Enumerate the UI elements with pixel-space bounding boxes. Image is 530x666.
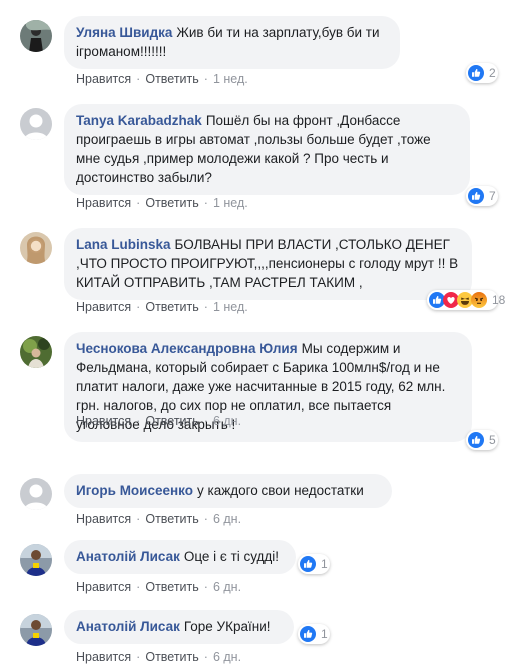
- comment-author-link[interactable]: Чеснокова Александровна Юлия: [76, 341, 298, 356]
- comment-bubble: Анатолій Лисак Оце і є ті судді!: [64, 540, 296, 574]
- comment-text-line: БОЛВАНЫ ПРИ ВЛАСТИ ,СТОЛЬКО ДЕНЕГ: [174, 237, 450, 252]
- comment-text-line: платит налоги, даже уже насчитанные в 20…: [76, 379, 446, 394]
- comment-text-line: КИТАЙ ОТПРАВИТЬ ,ТАМ РАСТРЕЛ ТАКИМ ,: [76, 275, 363, 290]
- comment-text-line: ігроманом!!!!!!!: [76, 44, 167, 59]
- comment-actions: Нравится · Ответить · 6 дн.: [76, 414, 241, 428]
- comment-actions: Нравится · Ответить · 6 дн.: [76, 512, 241, 526]
- comment-bubble: Игорь Моисеенко у каждого свои недостатки: [64, 474, 392, 508]
- reply-button[interactable]: Ответить: [145, 196, 198, 210]
- comment-actions: Нравится · Ответить · 1 нед.: [76, 196, 248, 210]
- comment-timestamp[interactable]: 6 дн.: [213, 650, 241, 664]
- reply-button[interactable]: Ответить: [145, 580, 198, 594]
- reaction-count-pill[interactable]: 1: [298, 624, 330, 644]
- comment-timestamp[interactable]: 1 нед.: [213, 196, 248, 210]
- separator-dot: ·: [203, 196, 208, 210]
- comment-timestamp[interactable]: 1 нед.: [213, 300, 248, 314]
- like-button[interactable]: Нравится: [76, 72, 131, 86]
- reaction-count: 18: [492, 293, 506, 307]
- comment-author-link[interactable]: Lana Lubinska: [76, 237, 171, 252]
- like-button[interactable]: Нравится: [76, 580, 131, 594]
- reaction-count: 7: [489, 189, 496, 203]
- reply-button[interactable]: Ответить: [145, 650, 198, 664]
- avatar[interactable]: [20, 336, 52, 368]
- separator-dot: ·: [136, 512, 141, 526]
- comment-author-link[interactable]: Анатолій Лисак: [76, 549, 180, 564]
- thumbs-up-icon: [300, 556, 316, 572]
- reaction-count-pill[interactable]: 1: [298, 554, 330, 574]
- avatar[interactable]: [20, 108, 52, 140]
- comment-actions: Нравится · Ответить · 6 дн.: [76, 580, 241, 594]
- comment-text-line: Жив би ти на зарплату,був би ти: [176, 25, 380, 40]
- like-button[interactable]: Нравится: [76, 650, 131, 664]
- comment-text-line: достоинство забыли?: [76, 170, 212, 185]
- separator-dot: ·: [203, 650, 208, 664]
- comment-text-line: Оце і є ті судді!: [183, 549, 280, 564]
- avatar[interactable]: [20, 20, 52, 52]
- reply-button[interactable]: Ответить: [145, 414, 198, 428]
- thumbs-up-icon: [468, 432, 484, 448]
- reply-button[interactable]: Ответить: [145, 300, 198, 314]
- comment-author-link[interactable]: Игорь Моисеенко: [76, 483, 193, 498]
- reaction-count: 5: [489, 433, 496, 447]
- comment-bubble: Tanya Karabadzhak Пошёл бы на фронт ,Донб…: [64, 104, 470, 195]
- comment-author-link[interactable]: Анатолій Лисак: [76, 619, 180, 634]
- like-button[interactable]: Нравится: [76, 512, 131, 526]
- separator-dot: ·: [136, 196, 141, 210]
- reaction-count-pill[interactable]: 18: [427, 290, 505, 310]
- reaction-count: 1: [321, 627, 328, 641]
- comment-text-line: грн. налогов, до сих пор не оплатил, все…: [76, 398, 392, 413]
- comment-text-line: мне судья ,пример молодежи какой ? Про ч…: [76, 151, 389, 166]
- reply-button[interactable]: Ответить: [145, 72, 198, 86]
- thumbs-up-icon: [468, 188, 484, 204]
- comment-text-line: Мы содержим и: [301, 341, 401, 356]
- angry-face-icon: [471, 292, 487, 308]
- separator-dot: ·: [136, 72, 141, 86]
- reaction-count: 1: [321, 557, 328, 571]
- comment-timestamp[interactable]: 1 нед.: [213, 72, 248, 86]
- reaction-count-pill[interactable]: 5: [466, 430, 498, 450]
- like-button[interactable]: Нравится: [76, 196, 131, 210]
- separator-dot: ·: [136, 650, 141, 664]
- thumbs-up-icon: [468, 65, 484, 81]
- separator-dot: ·: [203, 414, 208, 428]
- comment-timestamp[interactable]: 6 дн.: [213, 512, 241, 526]
- comment-text-line: Фельдмана, который собирает с Барика 100…: [76, 360, 440, 375]
- comment-text-line: ,ЧТО ПРОСТО ПРОИГРУЮТ,,,,пенсионеры с го…: [76, 256, 459, 271]
- comment-bubble: Уляна Швидка Жив би ти на зарплату,був би…: [64, 16, 400, 69]
- comment-actions: Нравится · Ответить · 1 нед.: [76, 300, 248, 314]
- separator-dot: ·: [136, 580, 141, 594]
- comment-author-link[interactable]: Уляна Швидка: [76, 25, 172, 40]
- avatar[interactable]: [20, 614, 52, 646]
- comment-text-line: у каждого свои недостатки: [197, 483, 364, 498]
- thumbs-up-icon: [300, 626, 316, 642]
- separator-dot: ·: [203, 72, 208, 86]
- reaction-count: 2: [489, 66, 496, 80]
- like-button[interactable]: Нравится: [76, 300, 131, 314]
- comment-timestamp[interactable]: 6 дн.: [213, 580, 241, 594]
- reaction-count-pill[interactable]: 2: [466, 63, 498, 83]
- comment-text-line: Пошёл бы на фронт ,Донбассе: [205, 113, 401, 128]
- separator-dot: ·: [203, 580, 208, 594]
- separator-dot: ·: [203, 512, 208, 526]
- comment-actions: Нравится · Ответить · 1 нед.: [76, 72, 248, 86]
- avatar[interactable]: [20, 544, 52, 576]
- reply-button[interactable]: Ответить: [145, 512, 198, 526]
- comment-author-link[interactable]: Tanya Karabadzhak: [76, 113, 202, 128]
- comment-bubble: Анатолій Лисак Горе УКраїни!: [64, 610, 294, 644]
- comment-text-line: проиграешь в игры автомат ,пользы больше…: [76, 132, 431, 147]
- like-button[interactable]: Нравится: [76, 414, 131, 428]
- comment-text-line: Горе УКраїни!: [183, 619, 271, 634]
- separator-dot: ·: [136, 300, 141, 314]
- avatar[interactable]: [20, 478, 52, 510]
- separator-dot: ·: [203, 300, 208, 314]
- separator-dot: ·: [136, 414, 141, 428]
- avatar[interactable]: [20, 232, 52, 264]
- reaction-count-pill[interactable]: 7: [466, 186, 498, 206]
- comment-actions: Нравится · Ответить · 6 дн.: [76, 650, 241, 664]
- comment-timestamp[interactable]: 6 дн.: [213, 414, 241, 428]
- comment-bubble: Lana Lubinska БОЛВАНЫ ПРИ ВЛАСТИ ,СТОЛЬКО…: [64, 228, 472, 300]
